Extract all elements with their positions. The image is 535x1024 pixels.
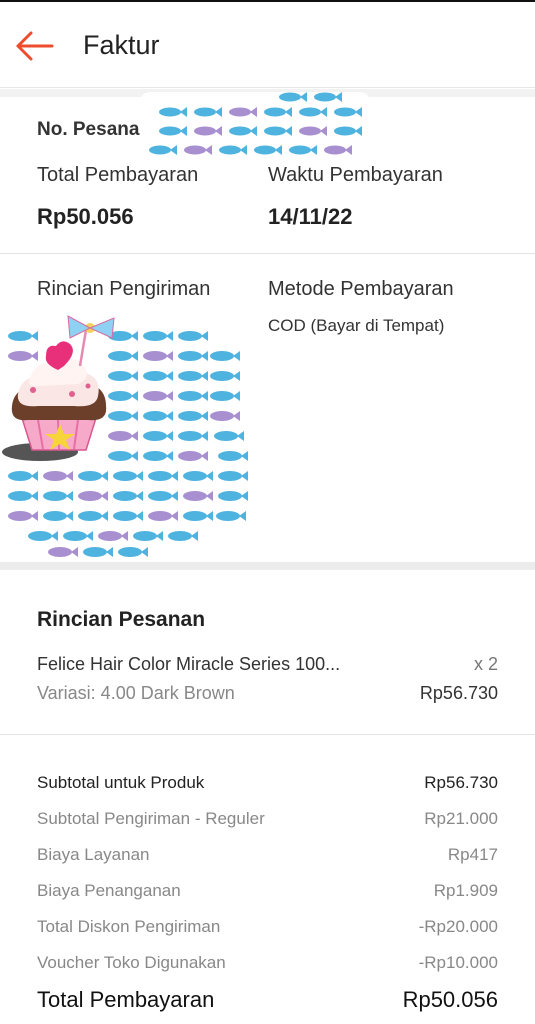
grand-total-row: Total Pembayaran Rp50.056 xyxy=(37,987,498,1017)
summary-value: Rp21.000 xyxy=(424,809,498,828)
summary-row: Total Diskon Pengiriman -Rp20.000 xyxy=(37,917,498,941)
order-details-title: Rincian Pesanan xyxy=(37,608,206,631)
summary-row: Biaya Penanganan Rp1.909 xyxy=(37,881,498,905)
summary-row: Subtotal untuk Produk Rp56.730 xyxy=(37,773,498,797)
product-variation: Variasi: 4.00 Dark Brown xyxy=(37,683,235,703)
summary-label: Biaya Penanganan xyxy=(37,881,181,900)
total-payment-value: Rp50.056 xyxy=(37,204,134,229)
summary-value: -Rp20.000 xyxy=(418,917,498,936)
product-price: Rp56.730 xyxy=(419,683,498,703)
cupcake-sticker xyxy=(0,315,258,558)
payment-method-value: COD (Bayar di Tempat) xyxy=(268,316,445,335)
payment-method-label: Metode Pembayaran xyxy=(268,278,454,300)
summary-value: Rp417 xyxy=(447,845,498,864)
summary-label: Total Diskon Pengiriman xyxy=(37,917,221,936)
summary-value: Rp56.730 xyxy=(424,773,498,792)
summary-row: Biaya Layanan Rp417 xyxy=(37,845,498,869)
summary-row: Voucher Toko Digunakan -Rp10.000 xyxy=(37,953,498,977)
summary-row: Subtotal Pengiriman - Reguler Rp21.000 xyxy=(37,809,498,833)
summary-label: Subtotal Pengiriman - Reguler xyxy=(37,809,265,828)
summary-label: Voucher Toko Digunakan xyxy=(37,953,226,972)
redaction-sticker xyxy=(140,92,370,162)
summary-value: -Rp10.000 xyxy=(418,953,498,972)
total-payment-label: Total Pembayaran xyxy=(37,164,199,186)
section-separator xyxy=(0,562,535,570)
arrow-left-icon xyxy=(16,31,54,61)
product-name: Felice Hair Color Miracle Series 100... xyxy=(37,654,341,674)
summary-label: Biaya Layanan xyxy=(37,845,150,864)
page-title: Faktur xyxy=(83,30,160,60)
app-header: Faktur xyxy=(0,0,535,88)
shipping-details-label: Rincian Pengiriman xyxy=(37,278,211,300)
payment-time-label: Waktu Pembayaran xyxy=(268,164,443,186)
grand-total-label: Total Pembayaran xyxy=(37,987,215,1012)
grand-total-value: Rp50.056 xyxy=(402,987,498,1012)
product-quantity: x 2 xyxy=(473,654,498,674)
section-divider xyxy=(0,253,535,254)
order-number-label: No. Pesanan xyxy=(37,119,152,140)
back-button[interactable] xyxy=(14,26,56,66)
section-divider xyxy=(0,734,535,735)
payment-time-value: 14/11/22 xyxy=(268,204,353,229)
summary-value: Rp1.909 xyxy=(433,881,498,900)
summary-label: Subtotal untuk Produk xyxy=(37,773,205,792)
